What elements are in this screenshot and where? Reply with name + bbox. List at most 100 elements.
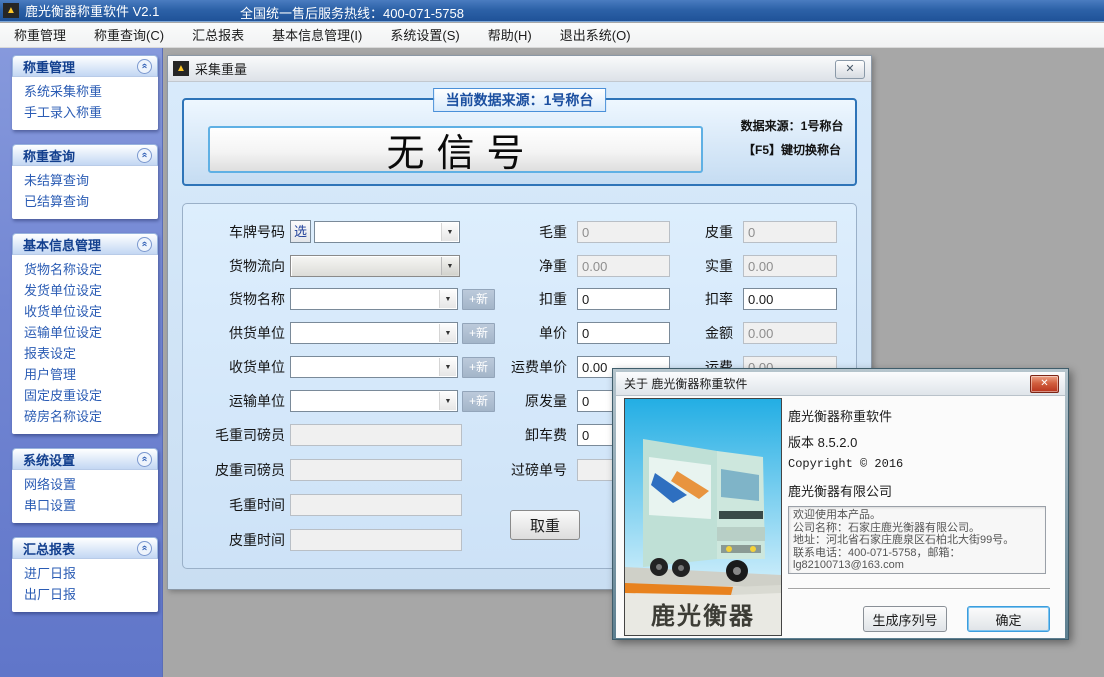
window-close-button[interactable]: ✕ (835, 60, 865, 79)
deduct-rate-label: 扣率 (661, 288, 733, 310)
sidebar-item-unsettled-query[interactable]: 未结算查询 (12, 170, 158, 191)
unit-price-label: 单价 (463, 322, 567, 344)
truck-image: 鹿光衡器 (624, 398, 782, 636)
sidebar-item-sender-setting[interactable]: 发货单位设定 (12, 280, 158, 301)
about-info-box: 欢迎使用本产品。 公司名称：石家庄鹿光衡器有限公司。 地址：河北省石家庄鹿泉区石… (788, 506, 1046, 574)
about-copyright: Copyright © 2016 (788, 457, 903, 471)
take-weight-button[interactable]: 取重 (510, 510, 580, 540)
menu-system-settings[interactable]: 系统设置(S) (376, 25, 473, 46)
plate-pick-button[interactable]: 选 (290, 220, 311, 243)
menu-weigh-manage[interactable]: 称重管理 (0, 25, 80, 46)
sidebar-item-user-manage[interactable]: 用户管理 (12, 364, 158, 385)
sidebar-item-network-setting[interactable]: 网络设置 (12, 474, 158, 495)
tare-label: 皮重 (661, 221, 733, 243)
ok-button[interactable]: 确定 (967, 606, 1050, 632)
transporter-combo[interactable]: ▼ (290, 390, 458, 412)
sidebar-header-base-info[interactable]: 基本信息管理 » (12, 233, 158, 255)
about-dialog-close-button[interactable]: ✕ (1030, 375, 1059, 393)
tare-time-field (290, 529, 462, 551)
supplier-label: 供货单位 (183, 322, 285, 344)
sidebar-panel-weigh-manage: 称重管理 » 系统采集称重 手工录入称重 (12, 55, 158, 130)
menu-exit[interactable]: 退出系统(O) (546, 25, 645, 46)
sidebar-item-settled-query[interactable]: 已结算查询 (12, 191, 158, 212)
chevron-down-icon: ▼ (439, 290, 456, 308)
collapse-chevron-icon[interactable]: » (137, 148, 152, 163)
chevron-down-icon: ▼ (439, 358, 456, 376)
collapse-chevron-icon[interactable]: » (137, 452, 152, 467)
chevron-down-icon: ▼ (439, 324, 456, 342)
deduct-rate-field[interactable] (743, 288, 837, 310)
gross-field (577, 221, 670, 243)
menu-help[interactable]: 帮助(H) (474, 25, 546, 46)
unload-fee-label: 卸车费 (463, 424, 567, 446)
tare-operator-label: 皮重司磅员 (183, 459, 285, 481)
supplier-combo[interactable]: ▼ (290, 322, 458, 344)
chevron-down-icon: ▼ (441, 223, 458, 241)
sidebar-header-label: 系统设置 (23, 450, 75, 469)
net-field (577, 255, 670, 277)
deduct-weight-field[interactable] (577, 288, 670, 310)
freight-price-label: 运费单价 (463, 356, 567, 378)
about-company: 鹿光衡器有限公司 (788, 481, 892, 500)
actual-weight-label: 实重 (661, 255, 733, 277)
source-info: 数据来源：1号称台 【F5】键切换称台 (727, 114, 857, 162)
sidebar-header-weigh-query[interactable]: 称重查询 » (12, 144, 158, 166)
goods-combo[interactable]: ▼ (290, 288, 458, 310)
menu-weigh-query[interactable]: 称重查询(C) (80, 25, 178, 46)
flow-combo[interactable]: ▼ (290, 255, 460, 277)
sidebar-header-summary-report[interactable]: 汇总报表 » (12, 537, 158, 559)
generate-serial-button[interactable]: 生成序列号 (863, 606, 947, 632)
about-dialog-client: 鹿光衡器 鹿光衡器称重软件 版本 8.5.2.0 Copyright © 201… (616, 396, 1065, 638)
sidebar-header-weigh-manage[interactable]: 称重管理 » (12, 55, 158, 77)
chevron-down-icon: ▼ (439, 392, 456, 410)
collapse-chevron-icon[interactable]: » (137, 59, 152, 74)
gross-time-label: 毛重时间 (183, 494, 285, 516)
weight-display-panel: 当前数据来源：1号称台 无信号 数据来源：1号称台 【F5】键切换称台 (182, 98, 857, 186)
sidebar-item-outbound-daily[interactable]: 出厂日报 (12, 584, 158, 605)
about-version: 版本 8.5.2.0 (788, 432, 857, 451)
amount-label: 金额 (661, 322, 733, 344)
deduct-weight-label: 扣重 (463, 288, 567, 310)
window-title: 采集重量 (195, 59, 247, 78)
about-dialog: 关于 鹿光衡器称重软件 ✕ (612, 368, 1069, 640)
sidebar-item-scale-house-setting[interactable]: 磅房名称设定 (12, 406, 158, 427)
original-qty-label: 原发量 (463, 390, 567, 412)
sidebar-header-label: 基本信息管理 (23, 235, 101, 254)
collapse-chevron-icon[interactable]: » (137, 541, 152, 556)
sidebar-header-label: 汇总报表 (23, 539, 75, 558)
sidebar-item-goods-name-setting[interactable]: 货物名称设定 (12, 259, 158, 280)
app-titlebar: ▲ 鹿光衡器称重软件 V2.1 全国统一售后服务热线：400-071-5758 (0, 0, 1104, 22)
sidebar-header-system-settings[interactable]: 系统设置 » (12, 448, 158, 470)
amount-field (743, 322, 837, 344)
menu-summary-report[interactable]: 汇总报表 (178, 25, 258, 46)
data-source-banner: 当前数据来源：1号称台 (433, 88, 607, 112)
about-dialog-title: 关于 鹿光衡器称重软件 (624, 375, 747, 392)
sidebar-item-manual-entry-weigh[interactable]: 手工录入称重 (12, 102, 158, 123)
actual-weight-field (743, 255, 837, 277)
sidebar-item-fixed-tare-setting[interactable]: 固定皮重设定 (12, 385, 158, 406)
receiver-combo[interactable]: ▼ (290, 356, 458, 378)
plate-combo[interactable]: ▼ (314, 221, 460, 243)
sidebar-panel-weigh-query: 称重查询 » 未结算查询 已结算查询 (12, 144, 158, 219)
sidebar-item-system-collect-weigh[interactable]: 系统采集称重 (12, 81, 158, 102)
gross-time-field (290, 494, 462, 516)
flow-label: 货物流向 (183, 255, 285, 277)
unit-price-field[interactable] (577, 322, 670, 344)
sidebar-panel-base-info: 基本信息管理 » 货物名称设定 发货单位设定 收货单位设定 运输单位设定 报表设… (12, 233, 158, 434)
sidebar-item-receiver-setting[interactable]: 收货单位设定 (12, 301, 158, 322)
window-logo-icon: ▲ (173, 61, 189, 76)
dialog-separator (788, 588, 1050, 590)
sidebar-item-transport-setting[interactable]: 运输单位设定 (12, 322, 158, 343)
sidebar-item-inbound-daily[interactable]: 进厂日报 (12, 563, 158, 584)
gross-operator-label: 毛重司磅员 (183, 424, 285, 446)
about-dialog-titlebar: 关于 鹿光衡器称重软件 (616, 372, 1065, 396)
collapse-chevron-icon[interactable]: » (137, 237, 152, 252)
menu-base-info[interactable]: 基本信息管理(I) (258, 25, 376, 46)
source-line2: 【F5】键切换称台 (727, 138, 857, 162)
sidebar-header-label: 称重管理 (23, 57, 75, 76)
menu-bar: 称重管理 称重查询(C) 汇总报表 基本信息管理(I) 系统设置(S) 帮助(H… (0, 23, 1104, 48)
about-product-name: 鹿光衡器称重软件 (788, 406, 892, 425)
sidebar-item-report-setting[interactable]: 报表设定 (12, 343, 158, 364)
tare-time-label: 皮重时间 (183, 529, 285, 551)
sidebar-item-serial-port-setting[interactable]: 串口设置 (12, 495, 158, 516)
